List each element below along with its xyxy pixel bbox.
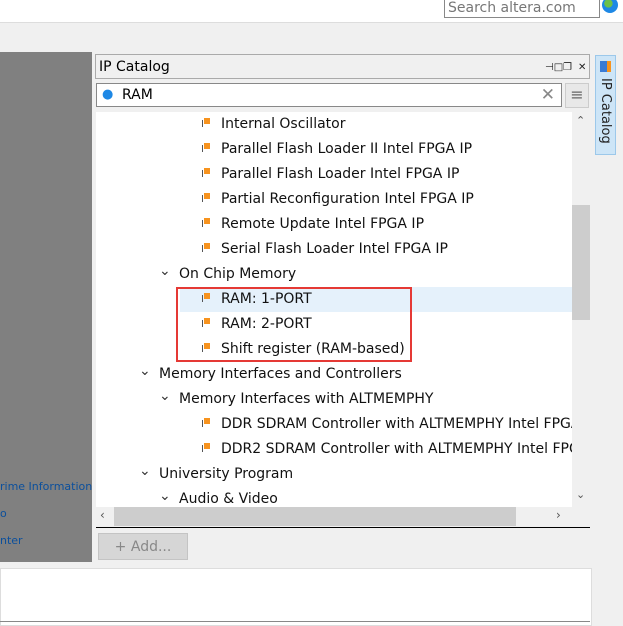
search-altera-input[interactable]: Search altera.com (444, 0, 600, 18)
scroll-up-icon[interactable]: ⌃ (576, 114, 585, 127)
ip-core-icon (202, 143, 210, 152)
link-center[interactable]: nter (0, 534, 23, 547)
ip-search-input[interactable]: ● RAM ✕ (96, 83, 562, 107)
tree-item-label: Parallel Flash Loader Intel FPGA IP (221, 166, 460, 182)
close-icon[interactable]: ✕ (578, 55, 586, 80)
highlight-box (176, 287, 412, 362)
ip-core-icon (202, 243, 210, 252)
chevron-down-icon[interactable]: ⌄ (139, 459, 151, 484)
menu-icon[interactable]: ≡ (565, 83, 589, 108)
search-value: RAM (122, 87, 153, 103)
float-icon[interactable]: ❐ (563, 55, 572, 80)
link[interactable]: o (0, 507, 7, 520)
scroll-right-icon[interactable]: › (556, 508, 561, 522)
side-tab-label: IP Catalog (598, 78, 613, 144)
tree-item-label: DDR2 SDRAM Controller with ALTMEMPHY Int… (221, 441, 572, 457)
tree-item-label: DDR SDRAM Controller with ALTMEMPHY Inte… (221, 416, 572, 432)
ip-core-icon (202, 118, 210, 127)
tree-folder[interactable]: ⌄ On Chip Memory (96, 262, 572, 287)
left-panel: rime Information o nter (0, 52, 92, 562)
scroll-thumb[interactable] (114, 507, 516, 526)
tree-item[interactable]: Parallel Flash Loader Intel FPGA IP (96, 162, 572, 187)
ip-core-icon (202, 418, 210, 427)
ip-core-icon (202, 443, 210, 452)
clear-icon[interactable]: ✕ (541, 84, 555, 106)
tree-item-label: Serial Flash Loader Intel FPGA IP (221, 241, 448, 257)
chevron-down-icon[interactable]: ⌄ (159, 384, 171, 409)
tree-item[interactable]: Partial Reconfiguration Intel FPGA IP (96, 187, 572, 212)
tree-item-label: Internal Oscillator (221, 116, 346, 132)
scroll-thumb[interactable] (572, 205, 590, 320)
chevron-down-icon[interactable]: ⌄ (139, 359, 151, 384)
panel-title: IP Catalog (99, 59, 170, 75)
ip-catalog-panel: IP Catalog ⊣□ ❐ ✕ ● RAM ✕ ≡ Internal Osc… (95, 54, 592, 564)
scroll-down-icon[interactable]: ⌄ (576, 488, 585, 501)
tree-item[interactable]: Remote Update Intel FPGA IP (96, 212, 572, 237)
ip-core-icon (202, 168, 210, 177)
tree-item-label: University Program (159, 466, 294, 482)
tree-folder[interactable]: ⌄ Memory Interfaces with ALTMEMPHY (96, 387, 572, 412)
tree-item-label: Audio & Video (179, 491, 278, 507)
divider (96, 527, 590, 528)
add-button[interactable]: + Add... (98, 533, 188, 560)
tree-item-label: On Chip Memory (179, 266, 297, 282)
panel-header: IP Catalog ⊣□ ❐ ✕ (95, 54, 590, 79)
ip-catalog-icon (600, 61, 611, 72)
chevron-down-icon[interactable]: ⌄ (159, 259, 171, 284)
ip-core-icon (202, 218, 210, 227)
tree-item[interactable]: DDR SDRAM Controller with ALTMEMPHY Inte… (96, 412, 572, 437)
plus-icon: + (114, 539, 131, 555)
tree-item[interactable]: Internal Oscillator (96, 112, 572, 137)
vertical-scrollbar[interactable]: ⌃ ⌄ (572, 112, 590, 507)
tree-item-label: Memory Interfaces with ALTMEMPHY (179, 391, 434, 407)
ip-core-icon (202, 193, 210, 202)
link-runtime-information[interactable]: rime Information (0, 480, 92, 493)
search-icon: ● (102, 87, 114, 102)
pin-icon[interactable]: ⊣□ (545, 55, 563, 80)
tree-item-label: Partial Reconfiguration Intel FPGA IP (221, 191, 474, 207)
add-label: Add... (130, 539, 172, 555)
scroll-left-icon[interactable]: ‹ (100, 508, 105, 522)
tree-item[interactable]: Parallel Flash Loader II Intel FPGA IP (96, 137, 572, 162)
tree-folder[interactable]: ⌄ Audio & Video (96, 487, 572, 507)
horizontal-scrollbar[interactable]: ‹ › (96, 507, 590, 526)
bottom-panel (0, 568, 592, 626)
chevron-down-icon[interactable]: ⌄ (159, 484, 171, 507)
tree-item-label: Memory Interfaces and Controllers (159, 366, 402, 382)
side-tab-ip-catalog[interactable]: IP Catalog (595, 55, 616, 155)
tree-item-label: Remote Update Intel FPGA IP (221, 216, 425, 232)
divider (0, 621, 590, 625)
tree-item[interactable]: DDR2 SDRAM Controller with ALTMEMPHY Int… (96, 437, 572, 462)
tree-item-label: Parallel Flash Loader II Intel FPGA IP (221, 141, 473, 157)
